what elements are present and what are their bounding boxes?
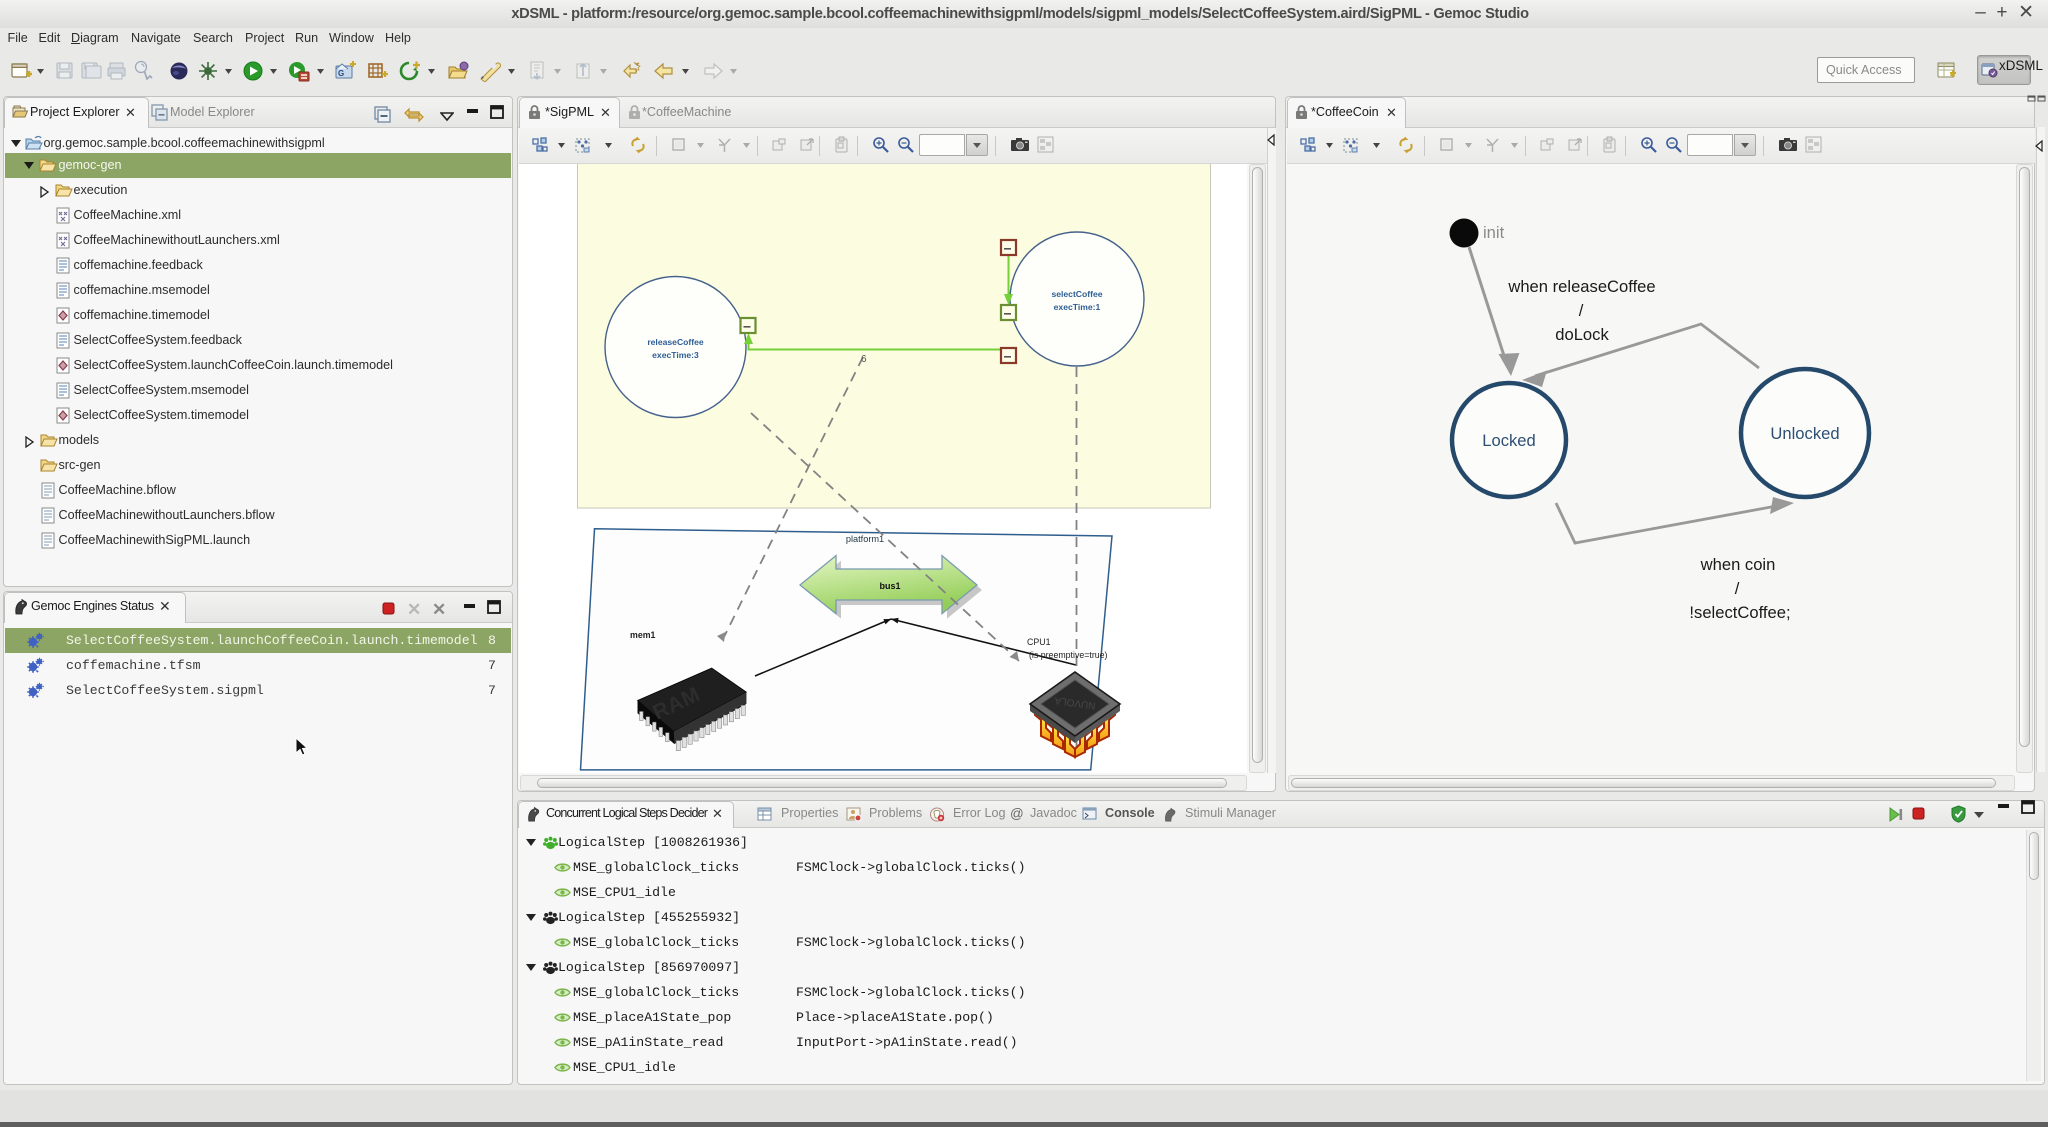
svg-text:G: G: [338, 69, 344, 78]
svg-text:Unlocked: Unlocked: [1770, 424, 1839, 443]
svg-text:releaseCoffee: releaseCoffee: [647, 337, 704, 347]
svg-text:init: init: [1483, 223, 1505, 242]
svg-text:execTime:1: execTime:1: [1054, 302, 1101, 312]
svg-text:mem1: mem1: [630, 630, 656, 640]
svg-text:doLock: doLock: [1555, 325, 1609, 344]
svg-text:(is preemptive=true): (is preemptive=true): [1029, 650, 1108, 660]
svg-text:platform1: platform1: [846, 534, 884, 544]
svg-text:/: /: [1579, 301, 1584, 320]
svg-text:selectCoffee: selectCoffee: [1051, 289, 1102, 299]
svg-text:6: 6: [861, 354, 867, 365]
svg-text:bus1: bus1: [879, 581, 900, 591]
svg-text:!selectCoffee;: !selectCoffee;: [1689, 603, 1790, 622]
svg-text:when coin: when coin: [1700, 555, 1776, 574]
svg-text:Locked: Locked: [1482, 431, 1536, 450]
svg-text:execTime:3: execTime:3: [652, 350, 699, 360]
svg-text:/: /: [1735, 579, 1740, 598]
svg-text:when releaseCoffee: when releaseCoffee: [1507, 277, 1655, 296]
svg-text:CPU1: CPU1: [1027, 637, 1051, 647]
